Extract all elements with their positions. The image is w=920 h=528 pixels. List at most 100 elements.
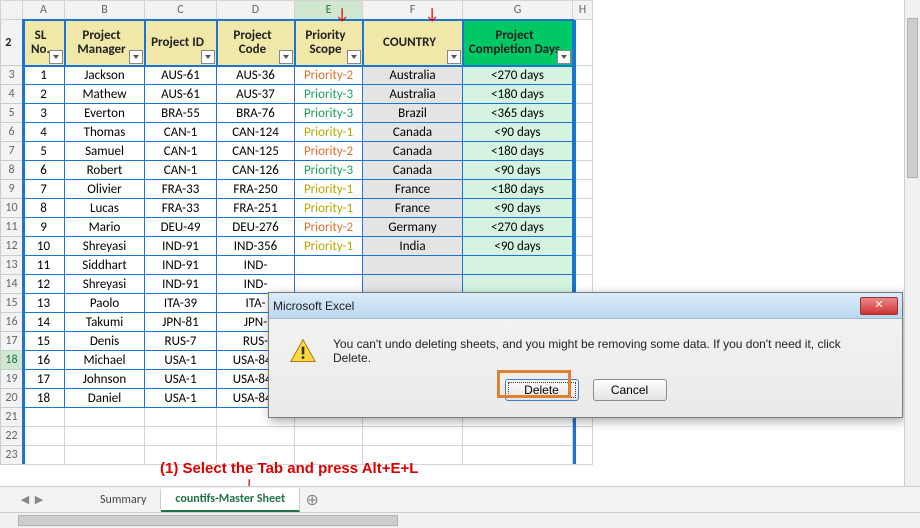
cell[interactable]: Mario [65,218,145,237]
cell[interactable]: <90 days [463,161,573,180]
column-header[interactable]: H [573,1,593,20]
column-header[interactable]: D [217,1,295,20]
cell[interactable]: 6 [23,161,65,180]
cell[interactable]: Australia [363,85,463,104]
cell[interactable]: IND-91 [145,256,217,275]
cell[interactable]: CAN-124 [217,123,295,142]
cell[interactable]: Shreyasi [65,237,145,256]
cell[interactable]: Priority-2 [295,66,363,85]
cell[interactable]: Jackson [65,66,145,85]
table-header-cell[interactable]: Project ID [145,20,217,66]
sheet-tab-summary[interactable]: Summary [86,489,161,511]
tab-nav-prev-icon[interactable]: ◀ [18,493,32,507]
filter-dropdown-icon[interactable] [557,50,571,64]
filter-dropdown-icon[interactable] [129,50,143,64]
row-header[interactable]: 9 [1,180,23,199]
cell[interactable]: Canada [363,123,463,142]
table-header-cell[interactable]: COUNTRY [363,20,463,66]
cell[interactable]: 2 [23,85,65,104]
cancel-button[interactable]: Cancel [593,379,667,401]
cell[interactable]: Priority-1 [295,123,363,142]
cell[interactable]: Michael [65,351,145,370]
cell[interactable]: <90 days [463,199,573,218]
cell[interactable]: AUS-61 [145,85,217,104]
row-header[interactable]: 16 [1,313,23,332]
cell[interactable]: Olivier [65,180,145,199]
cell[interactable]: Denis [65,332,145,351]
row-header[interactable]: 3 [1,66,23,85]
cell[interactable]: France [363,199,463,218]
cell[interactable]: Johnson [65,370,145,389]
cell[interactable]: AUS-61 [145,66,217,85]
table-header-cell[interactable]: Project Completion Days [463,20,573,66]
row-header[interactable]: 14 [1,275,23,294]
cell[interactable]: CAN-1 [145,142,217,161]
cell[interactable] [363,256,463,275]
cell[interactable]: <90 days [463,123,573,142]
cell[interactable]: <180 days [463,180,573,199]
cell[interactable]: ITA-39 [145,294,217,313]
cell[interactable]: CAN-1 [145,123,217,142]
cell[interactable]: Daniel [65,389,145,408]
column-header[interactable]: E [295,1,363,20]
cell[interactable]: Takumi [65,313,145,332]
cell[interactable]: India [363,237,463,256]
cell[interactable]: 9 [23,218,65,237]
cell[interactable]: FRA-251 [217,199,295,218]
cell[interactable]: FRA-33 [145,180,217,199]
column-header[interactable]: C [145,1,217,20]
row-header[interactable]: 10 [1,199,23,218]
cell[interactable]: BRA-76 [217,104,295,123]
filter-dropdown-icon[interactable] [347,50,361,64]
cell[interactable]: DEU-276 [217,218,295,237]
cell[interactable]: Lucas [65,199,145,218]
cell[interactable]: Robert [65,161,145,180]
row-header[interactable]: 23 [1,446,23,465]
cell[interactable]: USA-1 [145,389,217,408]
close-button[interactable]: ✕ [860,297,898,315]
horizontal-scrollbar[interactable] [0,512,920,528]
cell[interactable]: Australia [363,66,463,85]
cell[interactable]: IND- [217,275,295,294]
cell[interactable]: Brazil [363,104,463,123]
cell[interactable]: Shreyasi [65,275,145,294]
row-header[interactable]: 13 [1,256,23,275]
cell[interactable] [295,275,363,294]
cell[interactable]: <270 days [463,66,573,85]
cell[interactable]: 18 [23,389,65,408]
cell[interactable]: 13 [23,294,65,313]
column-header[interactable]: A [23,1,65,20]
row-header[interactable]: 12 [1,237,23,256]
table-header-cell[interactable]: Project Manager [65,20,145,66]
filter-dropdown-icon[interactable] [279,50,293,64]
cell[interactable]: 3 [23,104,65,123]
cell[interactable]: BRA-55 [145,104,217,123]
cell[interactable] [463,275,573,294]
cell[interactable]: 10 [23,237,65,256]
cell[interactable]: FRA-33 [145,199,217,218]
select-all-corner[interactable] [1,1,23,20]
cell[interactable]: USA-1 [145,370,217,389]
cell[interactable]: 15 [23,332,65,351]
cell[interactable] [295,256,363,275]
cell[interactable]: AUS-37 [217,85,295,104]
column-header[interactable]: G [463,1,573,20]
cell[interactable]: <180 days [463,142,573,161]
cell[interactable]: Priority-1 [295,180,363,199]
vertical-scrollbar[interactable] [904,0,920,486]
row-header[interactable]: 6 [1,123,23,142]
cell[interactable]: Priority-3 [295,85,363,104]
filter-dropdown-icon[interactable] [447,50,461,64]
cell[interactable] [363,275,463,294]
column-header[interactable]: F [363,1,463,20]
cell[interactable]: 5 [23,142,65,161]
tab-nav-next-icon[interactable]: ▶ [32,493,46,507]
row-header[interactable]: 19 [1,370,23,389]
table-header-cell[interactable]: Priority Scope [295,20,363,66]
cell[interactable]: Priority-1 [295,199,363,218]
cell[interactable]: 17 [23,370,65,389]
cell[interactable]: Priority-3 [295,161,363,180]
row-header[interactable]: 22 [1,427,23,446]
cell[interactable]: IND-91 [145,237,217,256]
cell[interactable]: 16 [23,351,65,370]
